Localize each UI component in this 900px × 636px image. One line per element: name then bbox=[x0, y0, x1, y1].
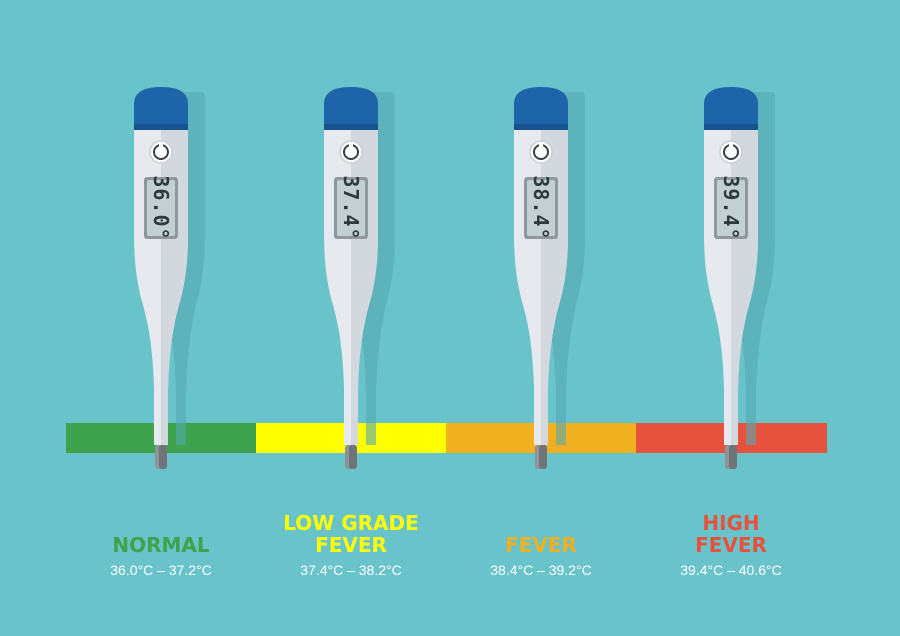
category-label-high-fever: HIGH FEVER bbox=[695, 511, 767, 557]
lcd-reading-high-fever: 39.4° bbox=[719, 175, 743, 241]
lcd-reading-low-grade-fever: 37.4° bbox=[339, 175, 363, 241]
lcd-reading-fever: 38.4° bbox=[529, 175, 553, 241]
thermometer-low-grade-fever bbox=[323, 86, 396, 470]
thermometer-high-fever bbox=[703, 86, 776, 470]
lcd-reading-normal: 36.0° bbox=[149, 175, 173, 241]
fever-scale-infographic: 36.0° 37.4° 38.4° 39.4° NORMAL LOW GRADE… bbox=[0, 0, 900, 636]
thermometer-normal bbox=[133, 86, 206, 470]
range-label-high-fever: 39.4°C – 40.6°C bbox=[680, 562, 782, 578]
thermometer-fever bbox=[513, 86, 586, 470]
